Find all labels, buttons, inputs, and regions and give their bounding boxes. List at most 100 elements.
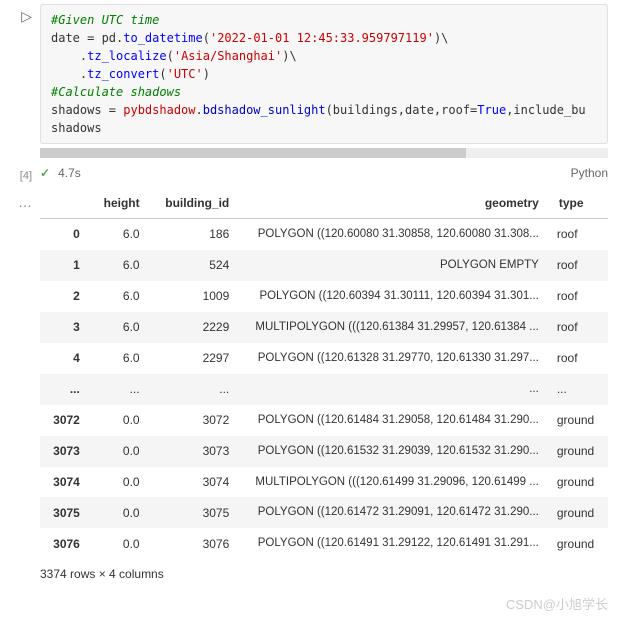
code-editor[interactable]: #Given UTC time date = pd.to_datetime('2…	[40, 4, 608, 144]
cell-height: ...	[90, 374, 150, 405]
cell-geometry: MULTIPOLYGON (((120.61499 31.29096, 120.…	[239, 467, 549, 498]
cell-height: 6.0	[90, 281, 150, 312]
cell-type: roof	[549, 312, 608, 343]
cell-building-id: 3072	[150, 405, 240, 436]
cell-height: 0.0	[90, 467, 150, 498]
cell-geometry: ...	[239, 374, 549, 405]
code-text: )\	[434, 31, 448, 45]
cell-height: 6.0	[90, 312, 150, 343]
kernel-language[interactable]: Python	[571, 166, 608, 180]
exec-time: 4.7s	[58, 166, 81, 180]
cell-building-id: 3075	[150, 497, 240, 528]
cell-geometry: POLYGON ((120.61328 31.29770, 120.61330 …	[239, 343, 549, 374]
cell-geometry: MULTIPOLYGON (((120.61384 31.29957, 120.…	[239, 312, 549, 343]
cell-body: #Given UTC time date = pd.to_datetime('2…	[40, 0, 618, 162]
cell-building-id: 3073	[150, 436, 240, 467]
col-type: type	[549, 188, 608, 219]
cell-type: ground	[549, 497, 608, 528]
cell-building-id: 2229	[150, 312, 240, 343]
code-keyword: True	[477, 103, 506, 117]
code-func: to_datetime	[123, 31, 202, 45]
table-row: 36.02229MULTIPOLYGON (((120.61384 31.299…	[40, 312, 608, 343]
cell-geometry: POLYGON ((120.60080 31.30858, 120.60080 …	[239, 219, 549, 250]
exec-count-label: [4]	[20, 170, 32, 182]
dataframe-table: height building_id geometry type 06.0186…	[40, 188, 608, 559]
row-index: 3075	[40, 497, 90, 528]
row-index: 3073	[40, 436, 90, 467]
table-head: height building_id geometry type	[40, 188, 608, 219]
row-index: 3074	[40, 467, 90, 498]
cell-geometry: POLYGON ((120.61532 31.29039, 120.61532 …	[239, 436, 549, 467]
code-string: 'UTC'	[167, 67, 203, 81]
code-comment: #Calculate shadows	[51, 85, 181, 99]
cell-type: roof	[549, 343, 608, 374]
table-row: 30740.03074MULTIPOLYGON (((120.61499 31.…	[40, 467, 608, 498]
cell-building-id: 2297	[150, 343, 240, 374]
run-icon[interactable]: ▷	[21, 8, 32, 25]
cell-height: 0.0	[90, 436, 150, 467]
table-row: 06.0186POLYGON ((120.60080 31.30858, 120…	[40, 219, 608, 250]
code-text: .	[51, 67, 87, 81]
cell-geometry: POLYGON ((120.61484 31.29058, 120.61484 …	[239, 405, 549, 436]
code-text: shadows =	[51, 103, 123, 117]
table-summary: 3374 rows × 4 columns	[40, 559, 608, 589]
output-gutter[interactable]: …	[0, 184, 40, 593]
code-func: bdshadow_sunlight	[203, 103, 326, 117]
cell-height: 0.0	[90, 405, 150, 436]
code-text: (buildings,date,roof=	[326, 103, 478, 117]
check-icon: ✓	[40, 166, 50, 180]
row-index: 4	[40, 343, 90, 374]
cell-type: ...	[549, 374, 608, 405]
cell-type: ground	[549, 467, 608, 498]
output-body: height building_id geometry type 06.0186…	[40, 184, 618, 593]
row-index: 3	[40, 312, 90, 343]
cell-building-id: 186	[150, 219, 240, 250]
cell-height: 6.0	[90, 343, 150, 374]
table-row: 30720.03072POLYGON ((120.61484 31.29058,…	[40, 405, 608, 436]
table-row: 30750.03075POLYGON ((120.61472 31.29091,…	[40, 497, 608, 528]
cell-building-id: ...	[150, 374, 240, 405]
cell-type: roof	[549, 219, 608, 250]
output-cell: … height building_id geometry type 06.01…	[0, 184, 618, 593]
cell-type: ground	[549, 436, 608, 467]
horizontal-scrollbar[interactable]	[40, 148, 608, 158]
code-text: ,include_bu	[506, 103, 585, 117]
table-row: 30730.03073POLYGON ((120.61532 31.29039,…	[40, 436, 608, 467]
cell-geometry: POLYGON ((120.61491 31.29122, 120.61491 …	[239, 528, 549, 559]
row-index: 3076	[40, 528, 90, 559]
cell-height: 0.0	[90, 528, 150, 559]
cell-geometry: POLYGON ((120.61472 31.29091, 120.61472 …	[239, 497, 549, 528]
cell-geometry: POLYGON ((120.60394 31.30111, 120.60394 …	[239, 281, 549, 312]
table-row: 30760.03076POLYGON ((120.61491 31.29122,…	[40, 528, 608, 559]
code-text: )\	[282, 49, 296, 63]
table-body: 06.0186POLYGON ((120.60080 31.30858, 120…	[40, 219, 608, 560]
code-text: .	[196, 103, 203, 117]
status-cell: [4] ✓ 4.7s Python	[0, 162, 618, 184]
code-text: .	[51, 49, 87, 63]
code-text: )	[203, 67, 210, 81]
table-row: 26.01009POLYGON ((120.60394 31.30111, 12…	[40, 281, 608, 312]
code-module: pybdshadow	[123, 103, 195, 117]
table-row: 46.02297POLYGON ((120.61328 31.29770, 12…	[40, 343, 608, 374]
cell-height: 6.0	[90, 219, 150, 250]
code-text: (	[203, 31, 210, 45]
col-height: height	[90, 188, 150, 219]
cell-gutter: ▷	[0, 0, 40, 162]
code-string: 'Asia/Shanghai'	[174, 49, 282, 63]
code-comment: #Given UTC time	[51, 13, 159, 27]
table-row: ...............	[40, 374, 608, 405]
scrollbar-thumb[interactable]	[40, 148, 466, 158]
code-text: shadows	[51, 121, 102, 135]
code-func: tz_localize	[87, 49, 166, 63]
code-text: (	[159, 67, 166, 81]
code-func: tz_convert	[87, 67, 159, 81]
cell-type: ground	[549, 528, 608, 559]
row-index: 1	[40, 250, 90, 281]
cell-building-id: 524	[150, 250, 240, 281]
table-row: 16.0524POLYGON EMPTYroof	[40, 250, 608, 281]
cell-building-id: 3074	[150, 467, 240, 498]
cell-building-id: 1009	[150, 281, 240, 312]
cell-type: roof	[549, 250, 608, 281]
cell-height: 6.0	[90, 250, 150, 281]
row-index: 2	[40, 281, 90, 312]
